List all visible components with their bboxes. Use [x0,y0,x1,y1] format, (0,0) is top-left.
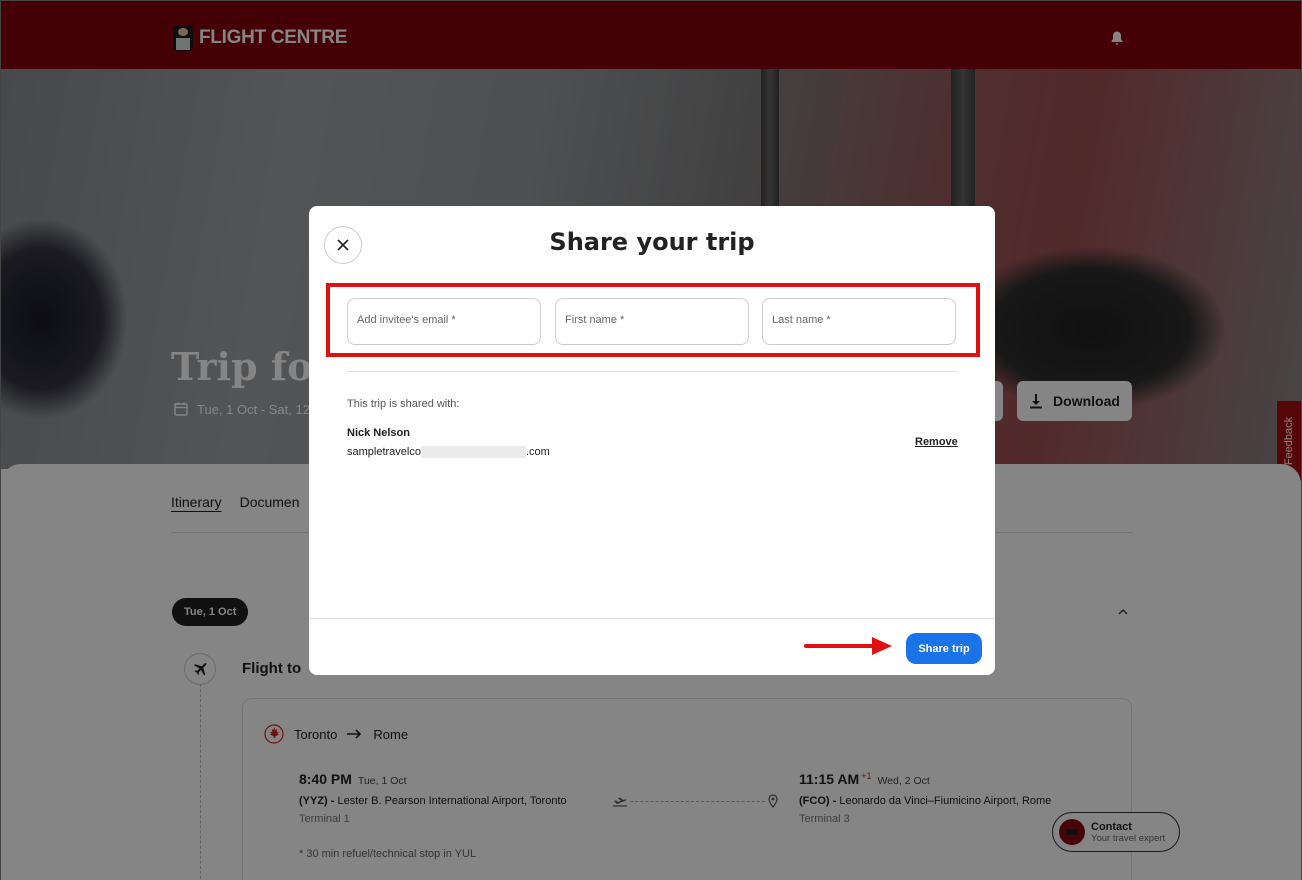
first-name-field[interactable]: First name * [555,298,749,345]
annotation-arrow-icon [804,637,892,655]
divider [347,371,956,372]
invitee-email-suffix: .com [525,446,550,458]
modal-footer: Share trip [309,618,995,675]
invitee-email: sampletravelco .com [347,446,550,458]
email-redaction [420,446,526,458]
invitee-email-field[interactable]: Add invitee's email * [347,298,541,345]
remove-invitee-link[interactable]: Remove [915,436,958,448]
last-name-field[interactable]: Last name * [762,298,956,345]
shared-with-label: This trip is shared with: [347,398,460,410]
share-trip-button[interactable]: Share trip [906,633,982,664]
modal-title: Share your trip [549,228,755,256]
invitee-name: Nick Nelson [347,427,410,439]
invitee-email-prefix: sampletravelco [347,446,421,458]
share-trip-modal: Share your trip Add invitee's email * Fi… [309,206,995,675]
